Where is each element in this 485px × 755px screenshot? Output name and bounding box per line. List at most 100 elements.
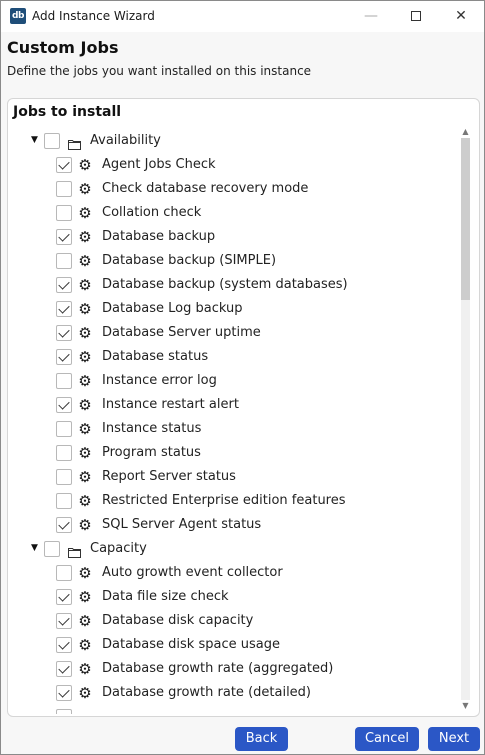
tree-item-row[interactable]: ⚙ Collation check (8, 201, 458, 225)
back-button[interactable]: Back (235, 727, 288, 751)
job-checkbox[interactable] (56, 565, 72, 581)
job-checkbox[interactable] (56, 205, 72, 221)
group-checkbox[interactable] (44, 133, 60, 149)
tree-item-label: Database disk capacity (102, 613, 254, 628)
job-checkbox[interactable] (56, 421, 72, 437)
tree-item-row[interactable]: ⚙ Database Server uptime (8, 321, 458, 345)
expand-arrow-icon[interactable]: ▼ (31, 543, 41, 553)
scroll-up-icon[interactable]: ▲ (461, 127, 470, 136)
tree-item-label: Data file size check (102, 589, 229, 604)
tree-item-row[interactable] (8, 705, 458, 714)
expand-arrow-icon[interactable]: ▼ (31, 135, 41, 145)
tree-item-row[interactable]: ⚙ Instance status (8, 417, 458, 441)
gear-icon: ⚙ (78, 564, 92, 582)
tree-group-row[interactable]: ▼ Capacity (8, 537, 458, 561)
job-checkbox[interactable] (56, 373, 72, 389)
tree-item-label: Database disk space usage (102, 637, 280, 652)
job-checkbox[interactable] (56, 613, 72, 629)
gear-icon: ⚙ (78, 252, 92, 270)
job-checkbox[interactable] (56, 301, 72, 317)
close-icon: ✕ (455, 8, 467, 24)
tree-item-row[interactable]: ⚙ SQL Server Agent status (8, 513, 458, 537)
tree-item-row[interactable]: ⚙ Database disk space usage (8, 633, 458, 657)
tree-item-row[interactable]: ⚙ Check database recovery mode (8, 177, 458, 201)
minimize-button[interactable]: — (348, 1, 394, 32)
tree-item-label: Database Server uptime (102, 325, 261, 340)
tree-item-row[interactable]: ⚙ Agent Jobs Check (8, 153, 458, 177)
job-checkbox[interactable] (56, 661, 72, 677)
tree-item-row[interactable]: ⚙ Data file size check (8, 585, 458, 609)
job-checkbox[interactable] (56, 157, 72, 173)
gear-icon: ⚙ (78, 468, 92, 486)
gear-icon: ⚙ (78, 228, 92, 246)
job-checkbox[interactable] (56, 685, 72, 701)
tree-item-row[interactable]: ⚙ Database backup (system databases) (8, 273, 458, 297)
tree-group-label: Availability (90, 133, 161, 148)
gear-icon: ⚙ (78, 420, 92, 438)
job-checkbox[interactable] (56, 637, 72, 653)
job-checkbox[interactable] (56, 181, 72, 197)
tree-item-row[interactable]: ⚙ Report Server status (8, 465, 458, 489)
tree-item-row[interactable]: ⚙ Restricted Enterprise edition features (8, 489, 458, 513)
gear-icon: ⚙ (78, 660, 92, 678)
gear-icon: ⚙ (78, 684, 92, 702)
tree-item-row[interactable]: ⚙ Instance restart alert (8, 393, 458, 417)
tree-item-label: Instance error log (102, 373, 217, 388)
tree-item-label: Instance status (102, 421, 202, 436)
tree-item-label: Collation check (102, 205, 202, 220)
tree-group-row[interactable]: ▼ Availability (8, 129, 458, 153)
job-checkbox[interactable] (56, 445, 72, 461)
gear-icon: ⚙ (78, 276, 92, 294)
job-checkbox[interactable] (56, 397, 72, 413)
tree-item-row[interactable]: ⚙ Auto growth event collector (8, 561, 458, 585)
tree-item-label: Program status (102, 445, 201, 460)
job-checkbox[interactable] (56, 493, 72, 509)
tree-item-label: SQL Server Agent status (102, 517, 262, 532)
cancel-button[interactable]: Cancel (355, 727, 419, 751)
tree-group-label: Capacity (90, 541, 147, 556)
tree-item-label: Database backup (102, 229, 216, 244)
tree-item-row[interactable]: ⚙ Instance error log (8, 369, 458, 393)
tree-scrollbar[interactable]: ▲ ▼ (459, 127, 472, 714)
tree-item-row[interactable]: ⚙ Database disk capacity (8, 609, 458, 633)
tree-item-row[interactable]: ⚙ Database Log backup (8, 297, 458, 321)
gear-icon: ⚙ (78, 348, 92, 366)
scroll-down-icon[interactable]: ▼ (461, 701, 470, 710)
tree-item-label: Database Log backup (102, 301, 243, 316)
job-checkbox[interactable] (56, 253, 72, 269)
job-checkbox[interactable] (56, 589, 72, 605)
gear-icon: ⚙ (78, 444, 92, 462)
gear-icon: ⚙ (78, 612, 92, 630)
gear-icon: ⚙ (78, 588, 92, 606)
tree-item-row[interactable]: ⚙ Program status (8, 441, 458, 465)
tree-item-row[interactable]: ⚙ Database backup (8, 225, 458, 249)
scrollbar-thumb[interactable] (461, 138, 470, 300)
job-checkbox[interactable] (56, 229, 72, 245)
scrollbar-track[interactable] (461, 138, 470, 700)
close-button[interactable]: ✕ (438, 1, 484, 32)
page-title: Custom Jobs (7, 38, 119, 57)
tree-item-row[interactable]: ⚙ Database growth rate (detailed) (8, 681, 458, 705)
tree-item-label: Database status (102, 349, 209, 364)
job-checkbox[interactable] (56, 469, 72, 485)
tree-item-row[interactable]: ⚙ Database growth rate (aggregated) (8, 657, 458, 681)
job-checkbox[interactable] (56, 349, 72, 365)
tree-item-label: Auto growth event collector (102, 565, 283, 580)
next-button[interactable]: Next (428, 727, 480, 751)
tree-item-row[interactable]: ⚙ Database backup (SIMPLE) (8, 249, 458, 273)
job-checkbox[interactable] (56, 277, 72, 293)
tree-item-label: Agent Jobs Check (102, 157, 216, 172)
tree-item-row[interactable]: ⚙ Database status (8, 345, 458, 369)
app-db-icon: db (10, 8, 26, 24)
page-subtitle: Define the jobs you want installed on th… (7, 64, 312, 78)
job-checkbox[interactable] (56, 325, 72, 341)
job-checkbox[interactable] (56, 517, 72, 533)
group-checkbox[interactable] (44, 541, 60, 557)
folder-icon (68, 135, 81, 150)
job-checkbox[interactable] (56, 709, 72, 714)
title-bar: db Add Instance Wizard — ✕ (1, 1, 484, 32)
maximize-button[interactable] (393, 1, 439, 32)
window-title: Add Instance Wizard (32, 9, 155, 23)
gear-icon: ⚙ (78, 372, 92, 390)
jobs-panel: Jobs to install ▼ Availability ⚙ Agent Jobs… (7, 98, 480, 717)
